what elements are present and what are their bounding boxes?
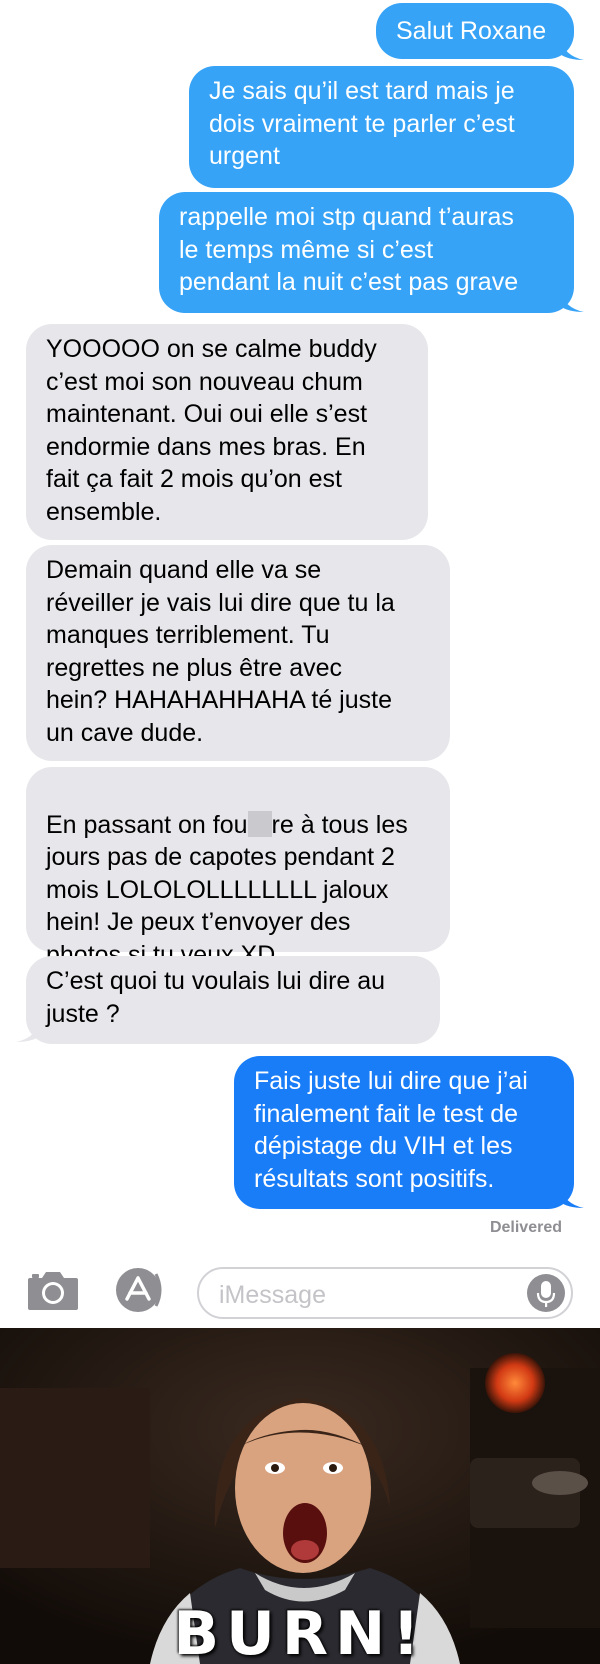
incoming-message[interactable]: En passant on fou re à tous les jours pas… [26,767,450,969]
compose-bar: iMessage [0,1258,600,1334]
camera-icon[interactable] [26,1268,80,1312]
app-store-icon[interactable] [112,1266,168,1314]
bubble-tail [560,290,584,312]
reaction-gif: BURN! [0,1328,600,1664]
incoming-message[interactable]: YOOOOO on se calme buddy c’est moi son n… [26,324,428,540]
message-text: En passant on fou [46,810,248,839]
microphone-icon[interactable] [527,1274,565,1312]
bubble-tail [560,38,584,60]
message-input-placeholder: iMessage [219,1281,326,1309]
bubble-tail [16,1020,40,1042]
outgoing-message[interactable]: Salut Roxane [376,3,574,59]
incoming-message[interactable]: Demain quand elle va se réveiller je vai… [26,545,450,761]
message-thread: Salut Roxane Je sais qu’il est tard mais… [0,0,600,1242]
outgoing-message[interactable]: rappelle moi stp quand t’auras le temps … [159,192,574,313]
outgoing-message[interactable]: Fais juste lui dire que j’ai finalement … [234,1056,574,1209]
incoming-message[interactable]: C’est quoi tu voulais lui dire au juste … [26,956,440,1044]
outgoing-message[interactable]: Je sais qu’il est tard mais je dois vrai… [189,66,574,188]
delivery-status: Delivered [489,1219,562,1236]
gif-caption: BURN! [173,1599,427,1664]
bubble-tail [560,1186,584,1208]
message-input[interactable]: iMessage [197,1267,573,1319]
censor-block [247,810,272,837]
